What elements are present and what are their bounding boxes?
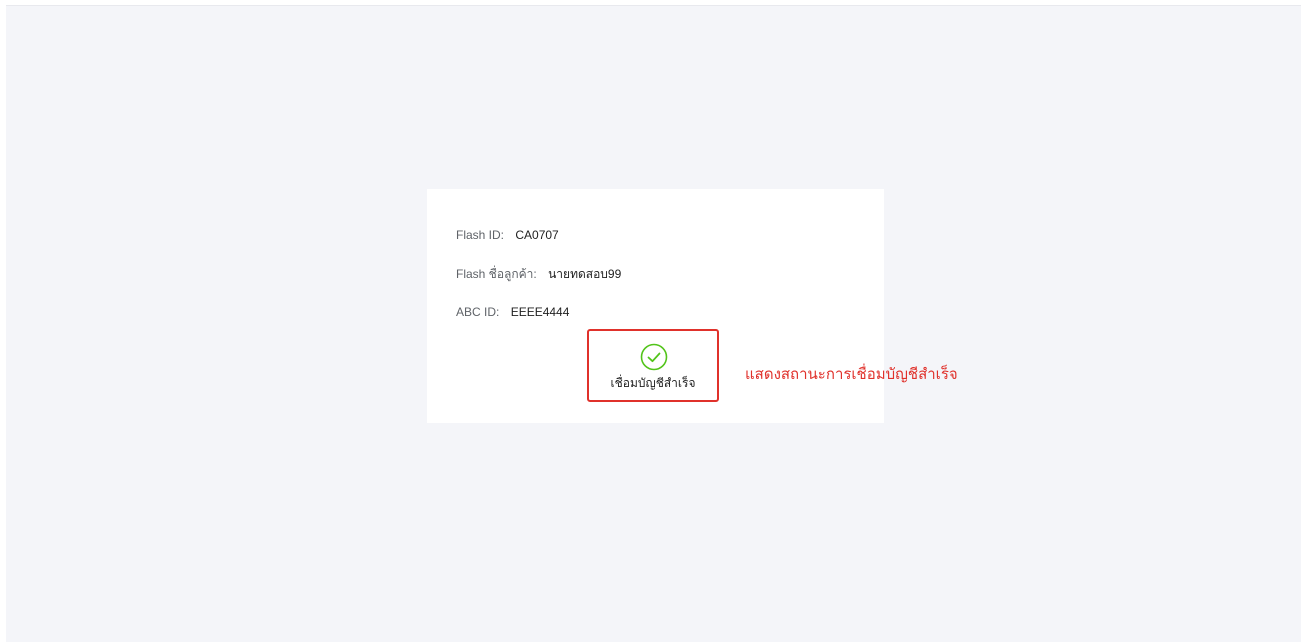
abc-id-row: ABC ID: EEEE4444 [456, 304, 569, 320]
flash-id-label: Flash ID: [456, 228, 505, 242]
flash-customer-name-value: นายทดสอบ99 [548, 267, 622, 281]
page-background: Flash ID: CA0707 Flash ชื่อลูกค้า: นายทด… [6, 5, 1301, 642]
link-status-text: เชื่อมบัญชีสำเร็จ [610, 376, 696, 390]
status-annotation: แสดงสถานะการเชื่อมบัญชีสำเร็จ [745, 366, 958, 383]
flash-id-value: CA0707 [515, 228, 559, 242]
abc-id-value: EEEE4444 [510, 305, 570, 319]
flash-customer-name-label: Flash ชื่อลูกค้า: [456, 267, 537, 281]
flash-id-row: Flash ID: CA0707 [456, 227, 559, 243]
abc-id-label: ABC ID: [456, 305, 500, 319]
link-status-highlight: เชื่อมบัญชีสำเร็จ [587, 329, 719, 402]
check-circle-icon [640, 343, 668, 371]
flash-customer-name-row: Flash ชื่อลูกค้า: นายทดสอบ99 [456, 266, 621, 282]
account-link-card: Flash ID: CA0707 Flash ชื่อลูกค้า: นายทด… [427, 189, 884, 423]
